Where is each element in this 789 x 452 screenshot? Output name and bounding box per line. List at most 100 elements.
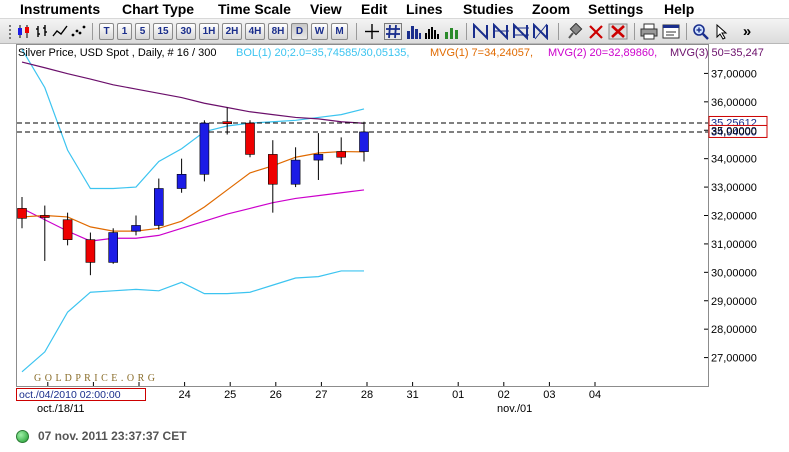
y-tick-label: 36,00000 xyxy=(711,97,757,109)
delete-line-icon[interactable] xyxy=(588,23,604,40)
toolbar-separator xyxy=(558,23,559,40)
candle-body xyxy=(245,122,255,155)
zoom-in-icon[interactable] xyxy=(692,23,710,40)
toolbar-separator xyxy=(634,23,635,40)
candle-body xyxy=(131,225,141,232)
x-tick-label: 24 xyxy=(178,389,190,401)
y-tick-label: 30,00000 xyxy=(711,267,757,279)
candle-body xyxy=(313,154,324,161)
x-tick-label: 03 xyxy=(543,389,555,401)
crosshair-icon[interactable] xyxy=(364,23,380,40)
legend-mvg3: MVG(3) 50=35,247 xyxy=(670,47,764,59)
legend-mvg1: MVG(1) 7=34,24057, xyxy=(430,47,533,59)
grid-toggle-icon[interactable] xyxy=(384,23,402,40)
y-tick-label: 27,00000 xyxy=(711,353,757,365)
candle-body xyxy=(199,122,210,175)
legend-bollinger: BOL(1) 20;2.0=35,74585/30,05135, xyxy=(236,47,409,59)
time-button-8h[interactable]: 8H xyxy=(268,23,288,40)
time-button-30[interactable]: 30 xyxy=(176,23,196,40)
y-tick-label: 33,00000 xyxy=(711,182,757,194)
time-button-d[interactable]: D xyxy=(291,23,308,40)
time-button-15[interactable]: 15 xyxy=(153,23,173,40)
channel-line-icon[interactable] xyxy=(492,22,510,41)
volume-bars-icon[interactable] xyxy=(406,23,422,40)
y-tick-label: 32,00000 xyxy=(711,211,757,223)
x-tick-label: 31 xyxy=(406,389,418,401)
y-tick-label: 35,00000 xyxy=(711,125,757,137)
candle-body xyxy=(39,215,50,218)
connection-status-icon xyxy=(16,430,29,443)
x-tick-label: 25 xyxy=(224,389,236,401)
toolbar-separator xyxy=(686,23,687,40)
bar-chart-icon[interactable] xyxy=(34,23,50,40)
trendline-n-icon[interactable] xyxy=(472,22,490,41)
menu-zoom[interactable]: Zoom xyxy=(532,1,570,17)
toolbar-overflow-button[interactable]: » xyxy=(740,23,754,40)
candle-body xyxy=(108,232,118,263)
indicator-chart-icon[interactable] xyxy=(444,23,460,40)
x-tick-label: 28 xyxy=(361,389,373,401)
print-icon[interactable] xyxy=(640,23,658,40)
histogram-icon[interactable] xyxy=(424,23,440,40)
candle-body xyxy=(359,131,369,152)
toolbar: T 1 5 15 30 1H 2H 4H 8H D W M » xyxy=(0,19,789,44)
menu-settings[interactable]: Settings xyxy=(588,1,643,17)
x-tick-label: 26 xyxy=(270,389,282,401)
price-chart[interactable]: G O L D P R I C E . O R G 35,25612 34,940… xyxy=(0,44,789,418)
menu-studies[interactable]: Studies xyxy=(463,1,514,17)
time-button-5[interactable]: 5 xyxy=(135,23,150,40)
menu-help[interactable]: Help xyxy=(664,1,694,17)
menu-lines[interactable]: Lines xyxy=(406,1,443,17)
y-axis: 27,00000 28,00000 29,00000 30,00000 31,00000… xyxy=(704,68,757,365)
y-tick-label: 31,00000 xyxy=(711,239,757,251)
time-button-4h[interactable]: 4H xyxy=(245,23,265,40)
chart-canvas[interactable]: G O L D P R I C E . O R G 35,2561234,940… xyxy=(0,44,789,418)
delete-all-icon[interactable] xyxy=(608,23,628,40)
candle-body xyxy=(62,219,73,240)
candle-body xyxy=(154,188,164,226)
candle-body xyxy=(267,154,278,185)
month-label-november: nov./01 xyxy=(497,403,532,415)
chart-plot-frame xyxy=(16,44,709,387)
y-tick-label: 34,00000 xyxy=(711,154,757,166)
y-tick-label: 28,00000 xyxy=(711,324,757,336)
candle-body xyxy=(176,173,187,189)
candle-body xyxy=(336,151,347,158)
time-button-1h[interactable]: 1H xyxy=(199,23,219,40)
chart-watermark: G O L D P R I C E . O R G xyxy=(34,373,155,384)
legend-mvg2: MVG(2) 20=32,89860, xyxy=(548,47,657,59)
menu-instruments[interactable]: Instruments xyxy=(20,1,100,17)
arc-line-icon[interactable] xyxy=(532,22,550,41)
x-tick-label: 02 xyxy=(498,389,510,401)
toolbar-separator xyxy=(356,23,357,40)
y-tick-label: 37,00000 xyxy=(711,68,757,80)
dot-chart-icon[interactable] xyxy=(70,23,86,40)
time-button-t[interactable]: T xyxy=(99,23,114,40)
candle-body xyxy=(85,239,96,263)
line-chart-icon[interactable] xyxy=(52,23,68,40)
toolbar-separator xyxy=(466,23,467,40)
candle-body xyxy=(17,208,27,219)
toolbar-separator xyxy=(92,23,93,40)
candlestick-chart-icon[interactable] xyxy=(16,23,32,40)
x-tick-label: 04 xyxy=(589,389,601,401)
status-timestamp: 07 nov. 2011 23:37:37 CET xyxy=(38,429,187,443)
crosshair-date-label: oct./04/2010 02:00:00 xyxy=(19,389,121,401)
time-button-m[interactable]: M xyxy=(331,23,348,40)
month-label-october: oct./18/11 xyxy=(37,403,85,415)
time-button-w[interactable]: W xyxy=(311,23,328,40)
menu-bar: Instruments Chart Type Time Scale View E… xyxy=(0,0,789,19)
time-button-2h[interactable]: 2H xyxy=(222,23,242,40)
menu-edit[interactable]: Edit xyxy=(361,1,387,17)
chart-window-icon[interactable] xyxy=(662,23,680,40)
menu-chart-type[interactable]: Chart Type xyxy=(122,1,194,17)
time-button-1[interactable]: 1 xyxy=(117,23,132,40)
menu-time-scale[interactable]: Time Scale xyxy=(218,1,291,17)
candle-body xyxy=(290,159,301,185)
fibonacci-line-icon[interactable] xyxy=(512,22,530,41)
menu-view[interactable]: View xyxy=(310,1,342,17)
x-tick-label: 27 xyxy=(315,389,327,401)
pointer-arrow-icon[interactable] xyxy=(714,23,730,40)
candle-body xyxy=(222,121,232,125)
pin-icon[interactable] xyxy=(566,22,584,40)
